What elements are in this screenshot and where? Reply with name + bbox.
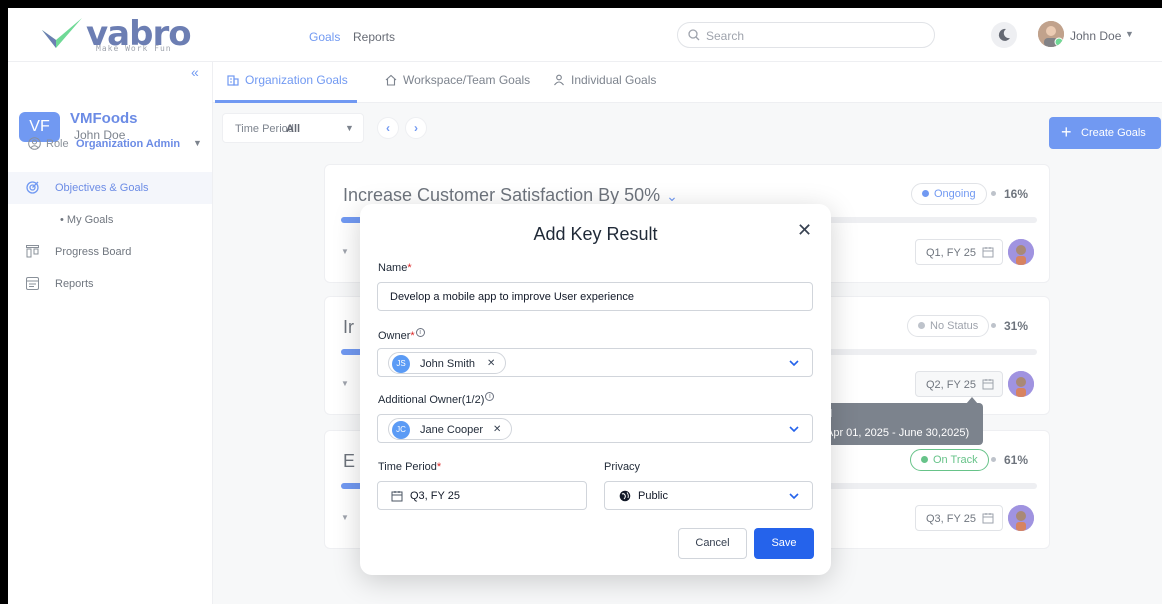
privacy-select[interactable]: Public <box>604 481 813 510</box>
owner-initials-avatar: JS <box>392 355 410 373</box>
dialog-title: Add Key Result <box>533 224 658 244</box>
time-period-label: Time Period* <box>378 461 442 473</box>
time-period-field[interactable]: Q3, FY 25 <box>377 481 587 510</box>
additional-owner-select[interactable]: JC Jane Cooper ✕ <box>377 414 813 443</box>
add-key-result-dialog: Add Key Result ✕ Name* Develop a mobile … <box>360 204 831 575</box>
chevron-down-icon[interactable] <box>788 357 800 369</box>
name-value: Develop a mobile app to improve User exp… <box>390 291 634 303</box>
additional-owner-initials-avatar: JC <box>392 421 410 439</box>
globe-icon <box>619 490 631 502</box>
additional-owner-name: Jane Cooper <box>420 424 483 436</box>
owner-name: John Smith <box>420 358 476 370</box>
calendar-icon <box>391 491 403 502</box>
chevron-down-icon[interactable] <box>788 490 800 502</box>
additional-owner-chip: JC Jane Cooper ✕ <box>388 418 512 440</box>
remove-owner-icon[interactable]: ✕ <box>487 358 495 369</box>
remove-additional-owner-icon[interactable]: ✕ <box>493 424 501 435</box>
info-icon: i <box>415 328 425 337</box>
owner-select[interactable]: JS John Smith ✕ <box>377 348 813 377</box>
info-icon: i <box>485 392 495 401</box>
name-label: Name* <box>378 262 412 274</box>
cancel-button[interactable]: Cancel <box>678 528 747 559</box>
close-icon[interactable]: ✕ <box>797 220 812 241</box>
chevron-down-icon[interactable] <box>788 423 800 435</box>
privacy-label: Privacy <box>604 461 641 473</box>
time-period-value: Q3, FY 25 <box>410 490 460 502</box>
additional-owner-label: Additional Owner(1/2) i <box>378 392 495 406</box>
owner-label: Owner* i <box>378 328 425 342</box>
privacy-value: Public <box>638 490 668 502</box>
app-window: vabro Make Work Fun Goals Reports Search <box>8 8 1162 604</box>
owner-chip: JS John Smith ✕ <box>388 352 506 374</box>
save-button[interactable]: Save <box>754 528 814 559</box>
name-field[interactable]: Develop a mobile app to improve User exp… <box>377 282 813 311</box>
